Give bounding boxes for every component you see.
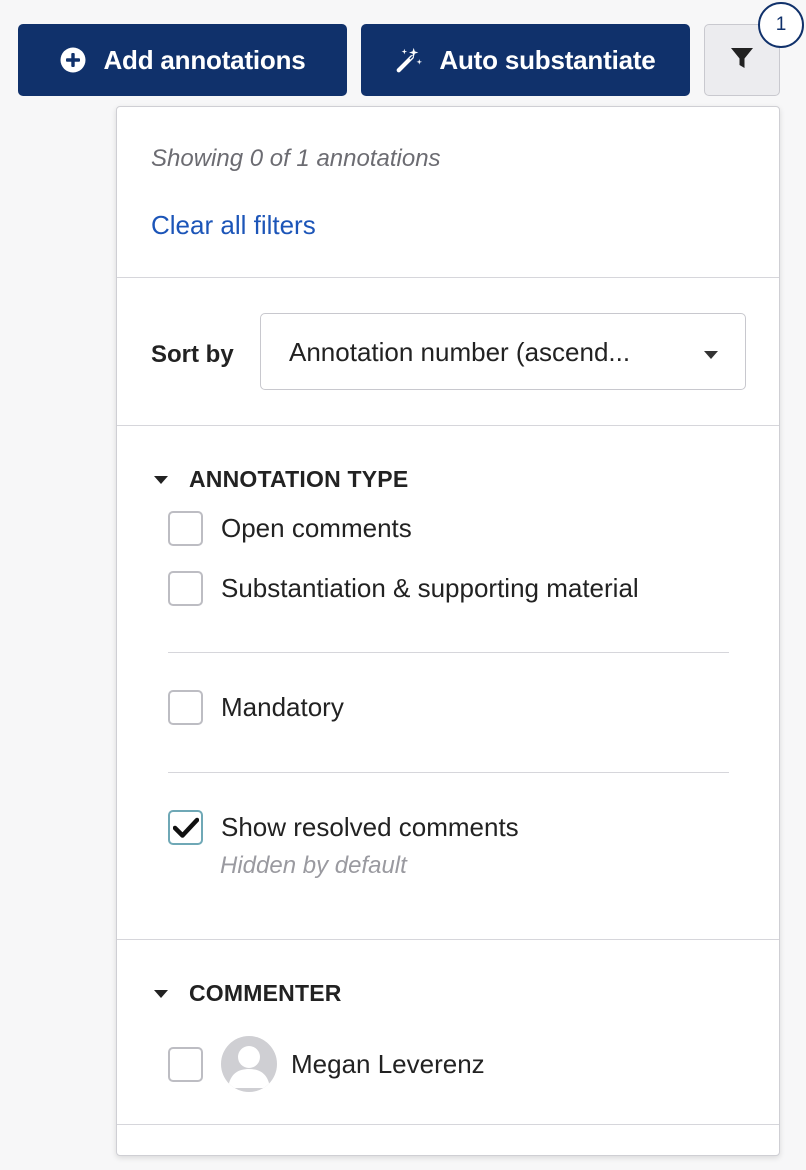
annotation-toolbar: Add annotations Auto substantiate 1 bbox=[0, 0, 806, 100]
filter-option-open-comments[interactable]: Open comments bbox=[168, 511, 412, 546]
commenter-toggle[interactable]: COMMENTER bbox=[151, 980, 342, 1007]
caret-down-icon bbox=[151, 989, 171, 999]
sort-section: Sort by Annotation number (ascend... bbox=[117, 278, 779, 426]
commenter-section: COMMENTER Megan Leverenz bbox=[117, 940, 779, 1125]
filter-count-badge: 1 bbox=[758, 2, 804, 48]
filter-panel: Showing 0 of 1 annotations Clear all fil… bbox=[116, 106, 780, 1156]
options-divider bbox=[168, 772, 729, 773]
annotation-type-title: ANNOTATION TYPE bbox=[189, 466, 409, 492]
default-avatar-icon bbox=[221, 1036, 277, 1092]
options-divider bbox=[168, 652, 729, 653]
sort-by-label: Sort by bbox=[151, 341, 234, 368]
show-resolved-label: Show resolved comments bbox=[221, 812, 519, 842]
auto-substantiate-button[interactable]: Auto substantiate bbox=[361, 24, 690, 96]
auto-substantiate-label: Auto substantiate bbox=[439, 44, 656, 75]
open-comments-label: Open comments bbox=[221, 513, 412, 543]
add-annotations-label: Add annotations bbox=[103, 44, 306, 75]
sort-by-select[interactable]: Annotation number (ascend... bbox=[260, 313, 746, 390]
show-resolved-hint: Hidden by default bbox=[220, 852, 407, 879]
plus-circle-icon bbox=[59, 46, 87, 74]
open-comments-checkbox[interactable] bbox=[168, 511, 203, 546]
checkmark-icon bbox=[172, 817, 199, 838]
magic-wand-icon bbox=[395, 46, 423, 74]
showing-count-text: Showing 0 of 1 annotations bbox=[151, 145, 441, 172]
filter-option-substantiation[interactable]: Substantiation & supporting material bbox=[168, 571, 639, 606]
clear-all-filters-link[interactable]: Clear all filters bbox=[151, 210, 316, 241]
commenter-checkbox[interactable] bbox=[168, 1046, 203, 1082]
annotation-type-toggle[interactable]: ANNOTATION TYPE bbox=[151, 466, 408, 493]
filter-summary-section: Showing 0 of 1 annotations Clear all fil… bbox=[117, 107, 779, 278]
sort-selected-value: Annotation number (ascend... bbox=[289, 337, 631, 367]
filter-option-mandatory[interactable]: Mandatory bbox=[168, 690, 344, 725]
filter-option-show-resolved[interactable]: Show resolved comments bbox=[168, 810, 519, 845]
mandatory-label: Mandatory bbox=[221, 692, 344, 722]
show-resolved-checkbox[interactable] bbox=[168, 810, 203, 845]
commenter-name: Megan Leverenz bbox=[291, 1048, 485, 1079]
substantiation-label: Substantiation & supporting material bbox=[221, 573, 639, 603]
annotation-type-section: ANNOTATION TYPE Open comments Substantia… bbox=[117, 426, 779, 940]
filter-icon bbox=[730, 46, 754, 75]
caret-down-icon bbox=[151, 475, 171, 485]
commenter-title: COMMENTER bbox=[189, 980, 342, 1006]
filter-option-commenter[interactable]: Megan Leverenz bbox=[168, 1036, 485, 1092]
add-annotations-button[interactable]: Add annotations bbox=[18, 24, 347, 96]
chevron-down-icon bbox=[703, 347, 719, 365]
substantiation-checkbox[interactable] bbox=[168, 571, 203, 606]
mandatory-checkbox[interactable] bbox=[168, 690, 203, 725]
